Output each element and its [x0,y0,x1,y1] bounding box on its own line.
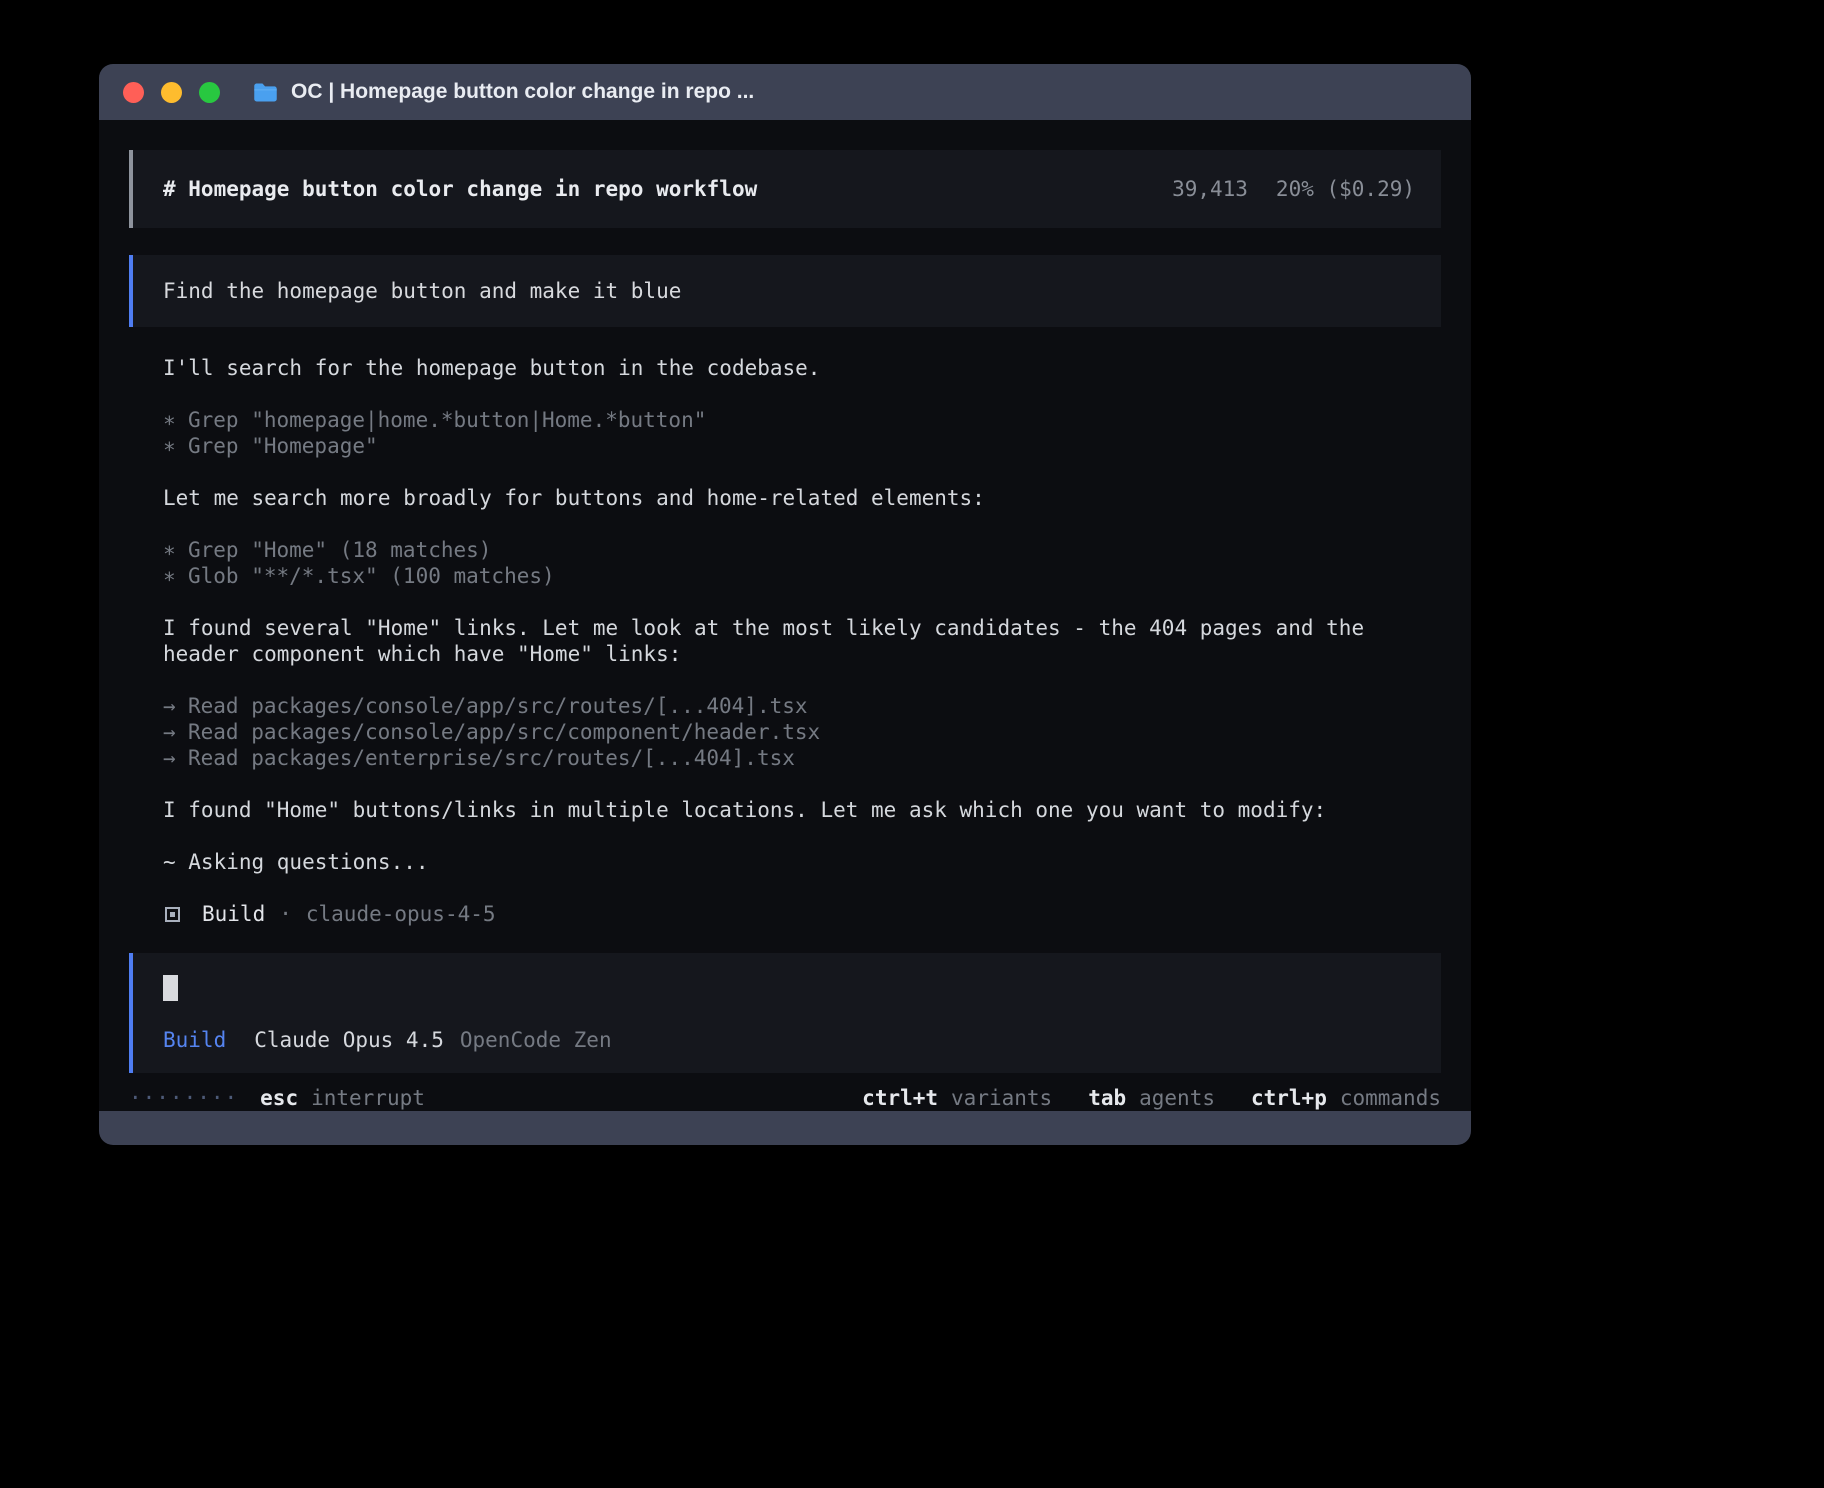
token-count: 39,413 [1172,176,1248,202]
input-meta: Build Claude Opus 4.5 OpenCode Zen [163,1027,1441,1053]
input-model-label: Claude Opus 4.5 [254,1027,444,1053]
tool-call-text: Grep "Home" (18 matches) [188,537,491,563]
hint-key: esc [260,1085,298,1111]
hint-key: ctrl+t [862,1085,938,1111]
tool-call-line: ∗ Grep "Homepage" [163,433,1431,459]
close-button[interactable] [123,82,144,103]
arrow-right-icon: → [163,719,188,745]
input-mode-label: Build [163,1027,226,1053]
session-title: # Homepage button color change in repo w… [163,176,757,202]
terminal-window: OC | Homepage button color change in rep… [99,64,1471,1145]
asterisk-icon: ∗ [163,407,188,433]
user-message: Find the homepage button and make it blu… [129,255,1441,327]
minimize-button[interactable] [161,82,182,103]
tool-call-group: ∗ Grep "Home" (18 matches) ∗ Glob "**/*.… [163,537,1431,589]
asterisk-icon: ∗ [163,433,188,459]
tool-call-text: Read packages/console/app/src/component/… [188,719,820,745]
assistant-message: I'll search for the homepage button in t… [163,355,1431,381]
input-provider-label: OpenCode Zen [460,1027,612,1053]
asterisk-icon: ∗ [163,537,188,563]
prompt-input[interactable]: Build Claude Opus 4.5 OpenCode Zen [129,953,1441,1073]
tool-call-line: ∗ Glob "**/*.tsx" (100 matches) [163,563,1431,589]
right-hints: ctrl+t variants tab agents ctrl+p comman… [862,1085,1441,1111]
window-controls [123,82,220,103]
hint-esc-interrupt: esc interrupt [260,1085,425,1111]
agent-status-row: Build · claude-opus-4-5 [163,901,1431,927]
conversation: I'll search for the homepage button in t… [129,327,1441,927]
assistant-message: Let me search more broadly for buttons a… [163,485,1431,511]
tool-call-line: → Read packages/console/app/src/componen… [163,719,1431,745]
hint-ctrl-t-variants: ctrl+t variants [862,1085,1052,1111]
tool-call-line: ∗ Grep "Home" (18 matches) [163,537,1431,563]
spinner-dots-icon: ········ [129,1085,238,1111]
hint-ctrl-p-commands: ctrl+p commands [1251,1085,1441,1111]
arrow-right-icon: → [163,745,188,771]
hint-key: ctrl+p [1251,1085,1327,1111]
hint-label: commands [1340,1085,1441,1111]
text-cursor [163,975,178,1001]
status-bar: ········ esc interrupt ctrl+t variants t… [129,1085,1441,1111]
hint-key: tab [1088,1085,1126,1111]
tool-call-text: Grep "Homepage" [188,433,378,459]
window-title: OC | Homepage button color change in rep… [291,80,754,104]
hint-label: agents [1139,1085,1215,1111]
tool-call-line: → Read packages/console/app/src/routes/[… [163,693,1431,719]
asterisk-icon: ∗ [163,563,188,589]
tool-call-line: ∗ Grep "homepage|home.*button|Home.*butt… [163,407,1431,433]
tool-call-text: Read packages/enterprise/src/routes/[...… [188,745,795,771]
status-message: ~ Asking questions... [163,849,1431,875]
terminal-screen: # Homepage button color change in repo w… [99,120,1471,1111]
tool-call-line: → Read packages/enterprise/src/routes/[.… [163,745,1431,771]
zoom-button[interactable] [199,82,220,103]
hint-label: interrupt [311,1085,425,1111]
assistant-message: I found "Home" buttons/links in multiple… [163,797,1431,823]
tool-call-text: Read packages/console/app/src/routes/[..… [188,693,808,719]
folder-icon [252,79,279,106]
hint-label: variants [951,1085,1052,1111]
tool-call-group: → Read packages/console/app/src/routes/[… [163,693,1431,771]
agent-icon [165,907,180,922]
session-header: # Homepage button color change in repo w… [129,150,1441,228]
dot-separator: · [279,901,292,927]
tool-call-group: ∗ Grep "homepage|home.*button|Home.*butt… [163,407,1431,459]
session-meta: 39,413 20% ($0.29) [1172,176,1415,202]
hint-tab-agents: tab agents [1088,1085,1215,1111]
agent-name: Build [202,901,265,927]
window-titlebar[interactable]: OC | Homepage button color change in rep… [99,64,1471,120]
assistant-message: I found several "Home" links. Let me loo… [163,615,1431,667]
tool-call-text: Grep "homepage|home.*button|Home.*button… [188,407,706,433]
user-message-text: Find the homepage button and make it blu… [163,278,681,304]
agent-model: claude-opus-4-5 [306,901,496,927]
context-usage: 20% ($0.29) [1276,176,1415,202]
tool-call-text: Glob "**/*.tsx" (100 matches) [188,563,555,589]
arrow-right-icon: → [163,693,188,719]
